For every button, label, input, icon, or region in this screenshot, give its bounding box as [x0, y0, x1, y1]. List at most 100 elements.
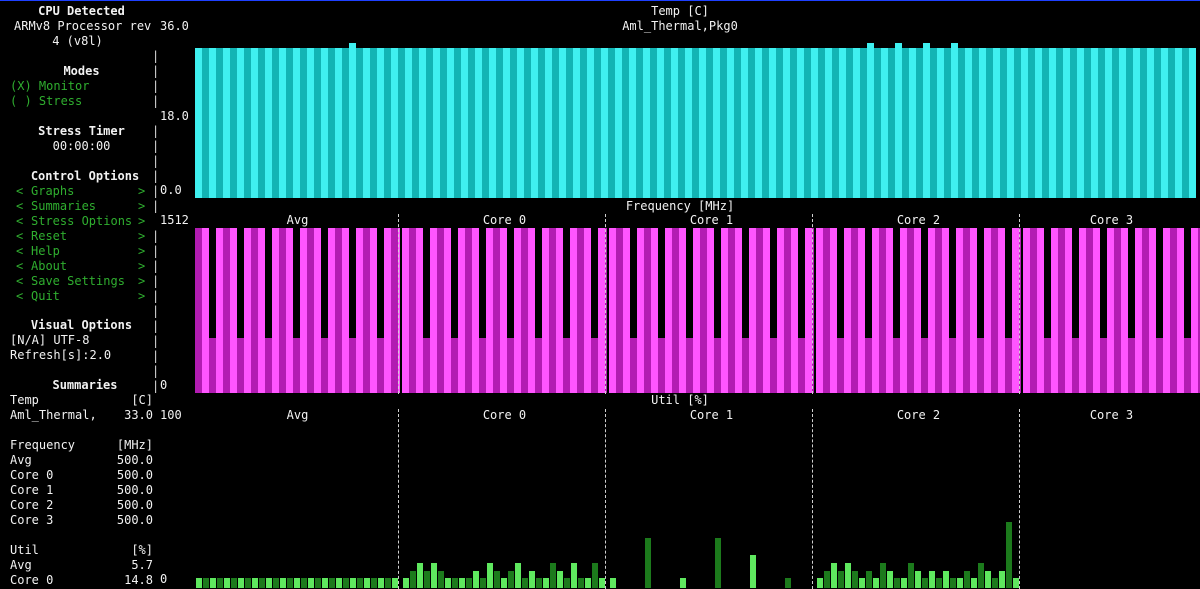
freq-bar	[679, 228, 686, 393]
temp-bar	[1098, 48, 1105, 198]
freq-bar	[886, 228, 893, 393]
freq-bar	[991, 228, 998, 393]
control-item-quit[interactable]: Quit	[31, 289, 60, 304]
summary-temp-label: Aml_Thermal,	[10, 408, 97, 422]
freq-panel-core-0	[402, 228, 607, 393]
util-bar	[950, 578, 956, 588]
temp-ytick-max: 36.0	[160, 19, 189, 33]
control-item-graphs[interactable]: Graphs	[31, 184, 74, 199]
freq-bar	[942, 228, 949, 393]
temp-bar	[559, 48, 566, 198]
temp-bar	[321, 48, 328, 198]
temp-bar	[1147, 48, 1154, 198]
temp-bar	[328, 48, 335, 198]
control-item-about[interactable]: About	[31, 259, 67, 274]
freq-bar	[935, 228, 942, 393]
freq-bar	[1142, 228, 1149, 393]
util-bar	[1006, 522, 1012, 588]
util-bar	[336, 578, 342, 588]
freq-bar	[437, 228, 444, 393]
util-bar	[936, 578, 942, 588]
freq-bar	[307, 228, 314, 393]
freq-bar	[230, 228, 237, 393]
freq-bar	[900, 228, 907, 393]
util-ytick-min: 0	[160, 572, 168, 586]
util-bar	[403, 578, 409, 588]
control-item-reset[interactable]: Reset	[31, 229, 67, 244]
control-item-stress-options[interactable]: Stress Options	[31, 214, 132, 229]
temp-bar	[769, 48, 776, 198]
stress-timer-title: Stress Timer	[38, 124, 125, 138]
util-panel-label: Core 1	[689, 408, 734, 422]
mode-stress-radio[interactable]: ( ) Stress	[10, 94, 82, 109]
temp-bar	[790, 48, 797, 198]
freq-bar	[665, 228, 672, 393]
summary-frequency-row-value: 500.0	[116, 513, 153, 527]
separator-char: |	[152, 334, 160, 348]
utf8-option[interactable]: [N/A] UTF-8	[10, 333, 89, 348]
freq-bar	[756, 228, 763, 393]
freq-bar	[570, 228, 577, 393]
temp-bar	[902, 48, 909, 198]
freq-bar	[1149, 228, 1156, 393]
temp-bar	[223, 48, 230, 198]
freq-bar	[984, 228, 991, 393]
temp-bar	[1112, 48, 1119, 198]
control-item-help[interactable]: Help	[31, 244, 60, 259]
util-panel-avg	[195, 423, 400, 588]
temp-bar	[510, 48, 517, 198]
util-bar	[515, 563, 521, 588]
freq-bar	[1012, 228, 1019, 393]
control-item-right-arrow: >	[138, 199, 146, 213]
freq-bar	[742, 338, 749, 393]
freq-bar	[216, 228, 223, 393]
freq-bar	[844, 228, 851, 393]
temp-bar	[580, 48, 587, 198]
freq-bar	[370, 228, 377, 393]
freq-bar	[577, 228, 584, 393]
temp-bar	[258, 48, 265, 198]
freq-bar	[921, 338, 928, 393]
temp-bar	[202, 48, 209, 198]
control-item-summaries[interactable]: Summaries	[31, 199, 96, 214]
util-bar	[578, 578, 584, 588]
temp-bar	[1084, 48, 1091, 198]
util-bar	[431, 563, 437, 588]
util-bar	[217, 578, 223, 588]
refresh-option[interactable]: Refresh[s]:2.0	[10, 348, 111, 363]
util-bar	[571, 563, 577, 588]
control-item-right-arrow: >	[138, 229, 146, 243]
freq-bar	[514, 228, 521, 393]
temp-bar	[1000, 48, 1007, 198]
control-item-save-settings[interactable]: Save Settings	[31, 274, 125, 289]
freq-bar	[1005, 338, 1012, 393]
freq-bar	[837, 338, 844, 393]
temp-bar	[860, 48, 867, 198]
temp-bar	[1182, 48, 1189, 198]
temp-bar	[986, 48, 993, 198]
util-bar	[536, 578, 542, 588]
temp-bar	[965, 48, 972, 198]
temp-bar	[1042, 48, 1049, 198]
temp-bar	[678, 48, 685, 198]
mode-monitor-radio[interactable]: (X) Monitor	[10, 79, 89, 94]
summary-frequency-row-label: Avg	[10, 453, 32, 467]
freq-bar	[598, 228, 605, 393]
freq-bar	[1184, 338, 1191, 393]
freq-bar	[872, 228, 879, 393]
temp-bar	[349, 43, 356, 198]
panel-separator	[398, 214, 399, 394]
temp-bar	[811, 48, 818, 198]
temp-bar	[958, 48, 965, 198]
summary-freq-unit: [MHz]	[116, 438, 153, 452]
temp-bar	[727, 48, 734, 198]
freq-bar	[1100, 338, 1107, 393]
temp-bar	[713, 48, 720, 198]
temp-bar	[839, 48, 846, 198]
freq-bar	[521, 228, 528, 393]
temp-bar	[685, 48, 692, 198]
util-bar	[252, 578, 258, 588]
modes-title: Modes	[63, 64, 100, 78]
freq-bar	[749, 228, 756, 393]
temp-bar	[286, 48, 293, 198]
